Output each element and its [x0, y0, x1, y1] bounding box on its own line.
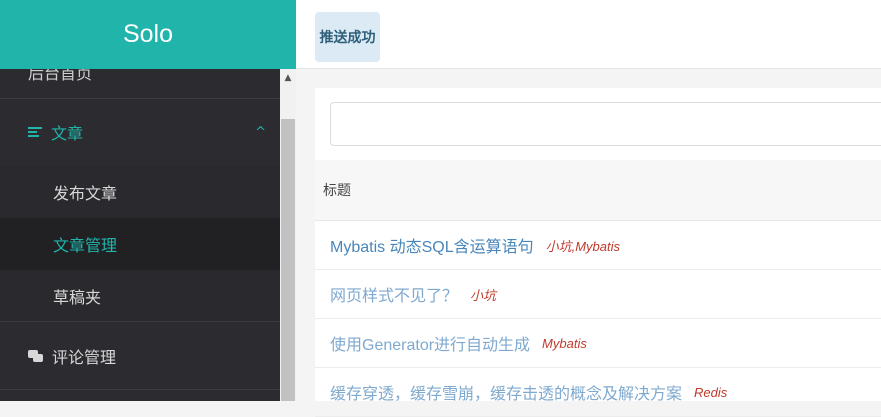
article-title-link[interactable]: 网页样式不见了？: [330, 282, 458, 306]
article-tags[interactable]: 小坑: [470, 285, 496, 304]
article-title-link[interactable]: 缓存穿透，缓存雪崩，缓存击透的概念及解决方案: [330, 380, 682, 404]
article-tags[interactable]: Mybatis: [542, 336, 587, 351]
sidebar-item-label: 后台首页: [28, 69, 93, 83]
table-row: 缓存穿透，缓存雪崩，缓存击透的概念及解决方案 Redis: [315, 368, 881, 417]
sidebar-item-articles[interactable]: 文章 ^: [0, 101, 280, 163]
scrollbar-thumb[interactable]: [281, 119, 295, 401]
scroll-up-arrow-icon[interactable]: ▲: [280, 69, 296, 87]
table-header-title: 标题: [315, 160, 881, 221]
article-tags[interactable]: 小坑,Mybatis: [546, 236, 620, 255]
table-row: 网页样式不见了？ 小坑: [315, 270, 881, 319]
sidebar-item-label: 评论管理: [52, 347, 117, 367]
article-list-panel: 标题 Mybatis 动态SQL含运算语句 小坑,Mybatis 网页样式不见了…: [315, 88, 881, 417]
push-success-toast: 推送成功: [315, 12, 380, 62]
brand-logo[interactable]: Solo: [0, 0, 296, 69]
article-title-link[interactable]: 使用Generator进行自动生成: [330, 331, 530, 355]
comments-icon: [28, 349, 44, 362]
chevron-up-icon[interactable]: ^: [255, 125, 266, 140]
sidebar-subitem-article-management[interactable]: 文章管理: [0, 218, 280, 270]
list-icon: [28, 127, 42, 137]
article-title-link[interactable]: Mybatis 动态SQL含运算语句: [330, 233, 534, 257]
sidebar-item-label: 文章: [51, 124, 84, 143]
table-row: 使用Generator进行自动生成 Mybatis: [315, 319, 881, 368]
article-tags[interactable]: Redis: [694, 385, 727, 400]
top-bar: Solo 推送成功: [0, 0, 881, 69]
sidebar-subitem-label: 文章管理: [53, 236, 118, 255]
sidebar-subitem-drafts[interactable]: 草稿夹: [0, 270, 280, 322]
sidebar-scrollbar[interactable]: ▲: [280, 69, 296, 401]
table-row: Mybatis 动态SQL含运算语句 小坑,Mybatis: [315, 221, 881, 270]
sidebar-subitem-publish-article[interactable]: 发布文章: [0, 166, 280, 218]
sidebar-item-admin-home[interactable]: 后台首页: [0, 69, 280, 99]
search-input[interactable]: [330, 102, 881, 146]
header-area: 推送成功: [296, 0, 881, 69]
sidebar-subitem-label: 发布文章: [53, 184, 118, 203]
sidebar-item-comments[interactable]: 评论管理: [0, 322, 280, 390]
sidebar-subitem-label: 草稿夹: [53, 287, 102, 307]
sidebar: 后台首页 文章 ^ 发布文章 文章管理 草稿夹 评论管理: [0, 69, 280, 401]
